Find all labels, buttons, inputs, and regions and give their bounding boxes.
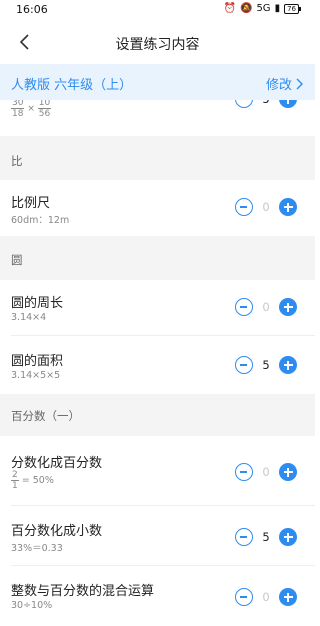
minus-button[interactable]	[235, 588, 253, 606]
quantity-value: 5	[253, 100, 279, 106]
page-title: 设置练习内容	[115, 37, 200, 53]
status-bar: 16:06 ⏰ 🔕 5G ▮ 76	[0, 0, 315, 20]
fraction: 2 1	[11, 470, 19, 491]
item-example: 30÷10%	[11, 600, 53, 611]
list-item: 分数化成百分数 2 1 = 50% 0	[0, 436, 315, 506]
quantity-stepper: 0	[235, 298, 297, 318]
plus-button[interactable]	[279, 356, 297, 374]
list-item: 圆的面积 3.14×5×5 5	[0, 336, 315, 394]
mute-icon: 🔕	[239, 3, 253, 14]
item-example: 30 18 × 10 56	[11, 100, 52, 119]
quantity-value: 0	[262, 465, 270, 479]
minus-button[interactable]	[235, 100, 253, 108]
plus-button[interactable]	[279, 100, 297, 108]
signal-label: 5G	[256, 3, 271, 14]
plus-button[interactable]	[279, 198, 297, 216]
quantity-stepper: 5	[235, 528, 297, 548]
quantity-value: 0	[262, 200, 270, 214]
minus-button[interactable]	[235, 463, 253, 481]
item-title: 整数与百分数的混合运算	[11, 584, 155, 599]
item-example: 2 1 = 50%	[11, 470, 54, 491]
item-example: 3.14×5×5	[11, 370, 61, 381]
quantity-stepper: 5	[235, 100, 297, 110]
quantity-value: 0	[262, 590, 270, 604]
minus-button[interactable]	[235, 198, 253, 216]
status-time: 16:06	[16, 3, 48, 16]
section-header: 圆	[0, 236, 315, 280]
item-title: 比例尺	[11, 196, 51, 211]
nav-bar: 设置练习内容	[0, 22, 315, 62]
edit-label: 修改	[265, 78, 292, 93]
quantity-stepper: 5	[235, 356, 297, 376]
item-title: 圆的面积	[11, 354, 64, 369]
edition-name: 人教版 六年级（上）	[11, 78, 133, 93]
section-label: 百分数（一）	[11, 409, 80, 423]
item-example: 60dm：12m	[11, 215, 70, 226]
section-header: 百分数（一）	[0, 394, 315, 436]
section-label: 圆	[11, 253, 23, 267]
minus-button[interactable]	[235, 528, 253, 546]
minus-button[interactable]	[235, 356, 253, 374]
quantity-stepper: 0	[235, 463, 297, 483]
fraction: 10 56	[37, 100, 52, 119]
list-item: 百分数化成小数 33%＝0.33 5	[0, 506, 315, 566]
item-title: 分数化成百分数	[11, 456, 103, 471]
quantity-stepper: 0	[235, 198, 297, 218]
battery-icon: 76	[284, 3, 301, 14]
plus-button[interactable]	[279, 463, 297, 481]
plus-button[interactable]	[279, 528, 297, 546]
list-item: 圆的周长 3.14×4 0	[0, 280, 315, 336]
list-item: 整数与百分数的混合运算 30÷10% 0	[0, 566, 315, 626]
quantity-value: 0	[262, 300, 270, 314]
quantity-value: 5	[262, 530, 270, 544]
plus-button[interactable]	[279, 298, 297, 316]
exercise-list[interactable]: 30 18 × 10 56 5 比 比例尺 60dm：12m 0 圆	[0, 100, 315, 626]
plus-button[interactable]	[279, 588, 297, 606]
item-example: 33%＝0.33	[11, 543, 63, 554]
fraction: 30 18	[11, 100, 25, 119]
item-title: 圆的周长	[11, 296, 64, 311]
quantity-stepper: 0	[235, 588, 297, 608]
edition-bar: 人教版 六年级（上） 修改	[0, 64, 315, 100]
status-icons: ⏰ 🔕 5G ▮ 76	[223, 3, 301, 14]
signal-icon: ▮	[274, 3, 281, 14]
alarm-icon: ⏰	[223, 3, 236, 14]
item-example: 3.14×4	[11, 312, 47, 323]
section-header: 比	[0, 136, 315, 180]
minus-button[interactable]	[235, 298, 253, 316]
list-item: 比例尺 60dm：12m 0	[0, 180, 315, 236]
quantity-value: 5	[262, 358, 270, 372]
edit-button[interactable]: 修改	[266, 74, 304, 93]
chevron-right-icon	[296, 78, 303, 89]
section-label: 比	[11, 154, 23, 168]
item-title: 百分数化成小数	[11, 524, 103, 539]
list-item: 30 18 × 10 56 5	[0, 100, 315, 136]
